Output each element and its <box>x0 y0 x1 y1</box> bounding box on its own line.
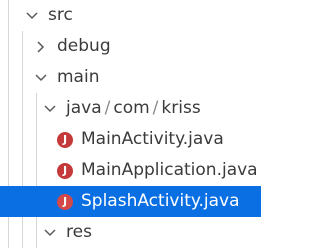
tree-item-label: MainActivity.java <box>81 129 224 149</box>
path-segment-java: java <box>66 98 102 118</box>
tree-item-file[interactable]: J MainApplication.java <box>0 155 261 186</box>
java-file-icon: J <box>57 131 73 148</box>
tree-item-label: SplashActivity.java <box>81 191 240 211</box>
java-file-icon: J <box>57 193 73 210</box>
tree-item-file-selected[interactable]: J SplashActivity.java <box>0 186 261 217</box>
tree-item-label: MainApplication.java <box>81 160 258 180</box>
path-separator: / <box>152 98 159 118</box>
tree-item-package-path[interactable]: java / com / kriss <box>0 93 261 124</box>
chevron-down-icon[interactable] <box>42 101 58 117</box>
tree-item-res[interactable]: res <box>0 217 261 248</box>
tree-item-file[interactable]: J MainActivity.java <box>0 124 261 155</box>
path-segment-com: com <box>113 98 150 118</box>
file-explorer-tree: src debug main java / com / kriss J Main… <box>0 0 261 248</box>
tree-item-label: src <box>48 5 73 25</box>
tree-item-debug[interactable]: debug <box>0 31 261 62</box>
path-segment-kriss: kriss <box>161 98 201 118</box>
tree-item-src[interactable]: src <box>0 0 261 31</box>
tree-item-main[interactable]: main <box>0 62 261 93</box>
tree-item-label: debug <box>57 36 111 56</box>
tree-item-label: main <box>57 67 100 87</box>
path-separator: / <box>104 98 111 118</box>
tree-item-label: res <box>66 222 92 242</box>
chevron-down-icon[interactable] <box>24 8 40 24</box>
java-file-icon: J <box>57 162 73 179</box>
chevron-down-icon[interactable] <box>42 225 58 241</box>
chevron-right-icon[interactable] <box>33 39 49 55</box>
chevron-down-icon[interactable] <box>33 70 49 86</box>
